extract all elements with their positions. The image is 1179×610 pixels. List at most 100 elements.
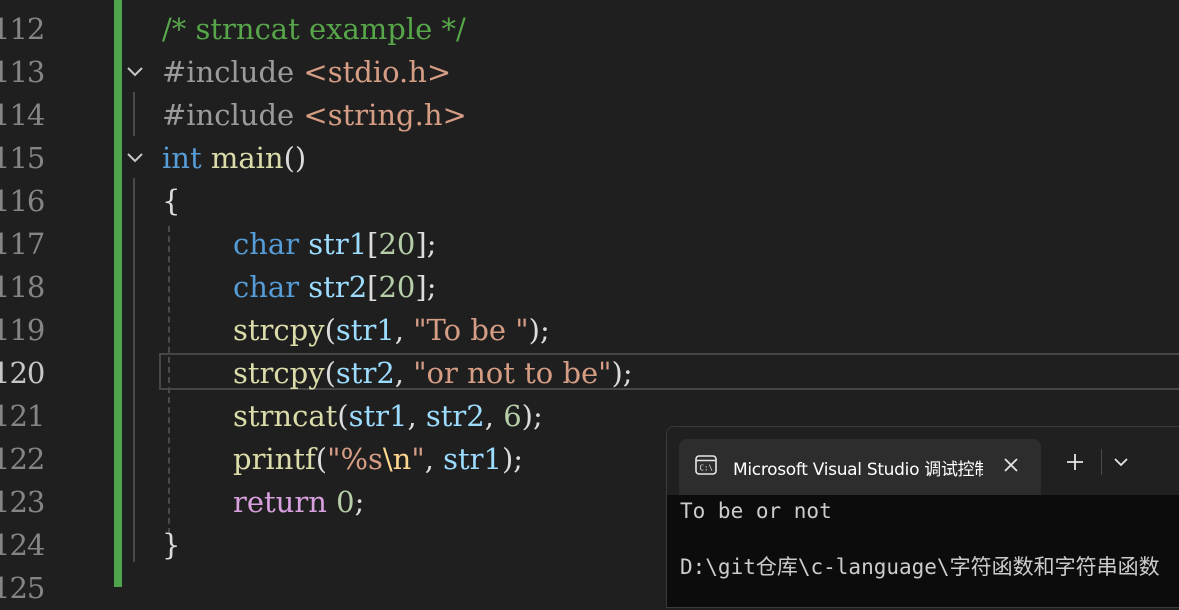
code-line-114: #include <string.h> xyxy=(162,94,467,137)
fold-toggle-main[interactable] xyxy=(124,137,146,180)
brace-open: { xyxy=(162,184,181,218)
code-line-123: return 0; xyxy=(233,481,364,524)
punctuation: ); xyxy=(528,313,550,347)
svg-text:C:\: C:\ xyxy=(700,464,714,473)
punctuation: ( xyxy=(324,356,336,390)
terminal-output[interactable]: To be or not D:\git仓库\c-language\字符函数和字符串… xyxy=(680,497,1160,581)
line-number: 116 xyxy=(0,184,45,218)
number-literal: 6 xyxy=(503,399,522,433)
line-number: 123 xyxy=(0,485,45,519)
punctuation: ); xyxy=(521,399,543,433)
terminal-tab-strip: C:\ Microsoft Visual Studio 调试控制台 xyxy=(667,427,1179,495)
tab-dropdown-button[interactable] xyxy=(1104,445,1138,479)
fold-toggle-includes[interactable] xyxy=(124,51,146,94)
punctuation: () xyxy=(283,141,307,175)
punctuation: , xyxy=(484,399,504,433)
output-line: To be or not xyxy=(680,499,832,523)
preprocessor-directive: #include xyxy=(162,98,295,132)
code-line-117: char str1[20]; xyxy=(233,223,436,266)
variable: str1 xyxy=(335,313,395,347)
variable: str1 xyxy=(443,442,502,476)
output-line: D:\git仓库\c-language\字符函数和字符串函数 xyxy=(680,555,1160,579)
code-line-115: int main() xyxy=(162,137,306,180)
punctuation: ; xyxy=(354,485,365,519)
fold-guide-includes xyxy=(133,92,135,136)
code-line-121: strncat(str1, str2, 6); xyxy=(233,395,543,438)
variable: str1 xyxy=(308,227,368,261)
code-line-116: { xyxy=(162,180,180,223)
string-literal: "or not to be" xyxy=(413,356,612,390)
function-call: strcpy xyxy=(233,356,325,390)
line-number: 118 xyxy=(0,270,45,304)
include-header: <string.h> xyxy=(303,98,467,132)
include-header: <stdio.h> xyxy=(303,55,452,89)
code-line-112: /* strncat example */ xyxy=(162,8,466,51)
punctuation: ); xyxy=(501,442,524,476)
chevron-down-icon xyxy=(127,67,143,77)
escape-sequence: \n xyxy=(382,442,412,476)
type-keyword: char xyxy=(233,270,300,304)
number-literal: 20 xyxy=(378,227,416,261)
line-number: 114 xyxy=(0,98,45,132)
type-keyword: int xyxy=(162,141,202,175)
function-call: printf xyxy=(233,442,316,476)
punctuation: , xyxy=(424,442,444,476)
variable: str2 xyxy=(425,399,485,433)
punctuation: ]; xyxy=(415,270,437,304)
line-number-active: 120 xyxy=(0,356,45,390)
punctuation: , xyxy=(394,313,414,347)
code-line-113: #include <stdio.h> xyxy=(162,51,451,94)
chevron-down-icon xyxy=(1114,458,1128,467)
variable: str2 xyxy=(308,270,368,304)
punctuation: ( xyxy=(337,399,349,433)
punctuation: , xyxy=(407,399,426,433)
punctuation: , xyxy=(394,356,414,390)
line-number: 113 xyxy=(0,55,45,89)
string-literal: "To be " xyxy=(413,313,529,347)
change-tracking-bar xyxy=(114,0,122,587)
toolbar-separator xyxy=(1101,449,1102,475)
string-literal: "%s xyxy=(327,442,383,476)
line-number: 124 xyxy=(0,528,45,562)
fold-guide-main xyxy=(133,178,135,562)
line-number: 117 xyxy=(0,227,45,261)
line-number: 119 xyxy=(0,313,45,347)
punctuation: [ xyxy=(367,270,379,304)
terminal-tab[interactable]: C:\ Microsoft Visual Studio 调试控制台 xyxy=(679,439,1041,495)
code-line-118: char str2[20]; xyxy=(233,266,436,309)
function-name: main xyxy=(210,141,284,175)
close-icon[interactable] xyxy=(999,453,1023,477)
function-call: strcpy xyxy=(233,313,325,347)
plus-icon xyxy=(1067,454,1083,470)
debug-console-window[interactable]: C:\ Microsoft Visual Studio 调试控制台 To be … xyxy=(666,426,1179,608)
string-literal: " xyxy=(411,442,425,476)
type-keyword: char xyxy=(233,227,300,261)
line-number: 121 xyxy=(0,399,45,433)
console-icon: C:\ xyxy=(695,455,717,479)
line-number: 125 xyxy=(0,571,45,605)
function-call: strncat xyxy=(233,399,338,433)
line-number: 112 xyxy=(0,12,45,46)
control-keyword: return xyxy=(233,485,327,519)
punctuation: ( xyxy=(315,442,328,476)
punctuation: ( xyxy=(324,313,336,347)
code-line-122: printf("%s\n", str1); xyxy=(233,438,523,481)
comment: /* strncat example */ xyxy=(162,12,466,46)
variable: str1 xyxy=(348,399,408,433)
punctuation: ]; xyxy=(415,227,437,261)
variable: str2 xyxy=(335,356,395,390)
number-literal: 0 xyxy=(336,485,355,519)
number-literal: 20 xyxy=(378,270,416,304)
punctuation: ); xyxy=(611,356,633,390)
line-number: 122 xyxy=(0,442,45,476)
code-line-120: strcpy(str2, "or not to be"); xyxy=(233,352,633,395)
tab-title: Microsoft Visual Studio 调试控制台 xyxy=(733,460,983,477)
punctuation: [ xyxy=(367,227,379,261)
chevron-down-icon xyxy=(127,153,143,163)
code-line-119: strcpy(str1, "To be "); xyxy=(233,309,550,352)
preprocessor-directive: #include xyxy=(162,55,295,89)
new-tab-button[interactable] xyxy=(1058,445,1092,479)
brace-close: } xyxy=(162,528,181,562)
code-line-124: } xyxy=(162,524,180,567)
line-number-gutter: 112 113 114 115 116 117 118 119 120 121 … xyxy=(0,0,110,605)
